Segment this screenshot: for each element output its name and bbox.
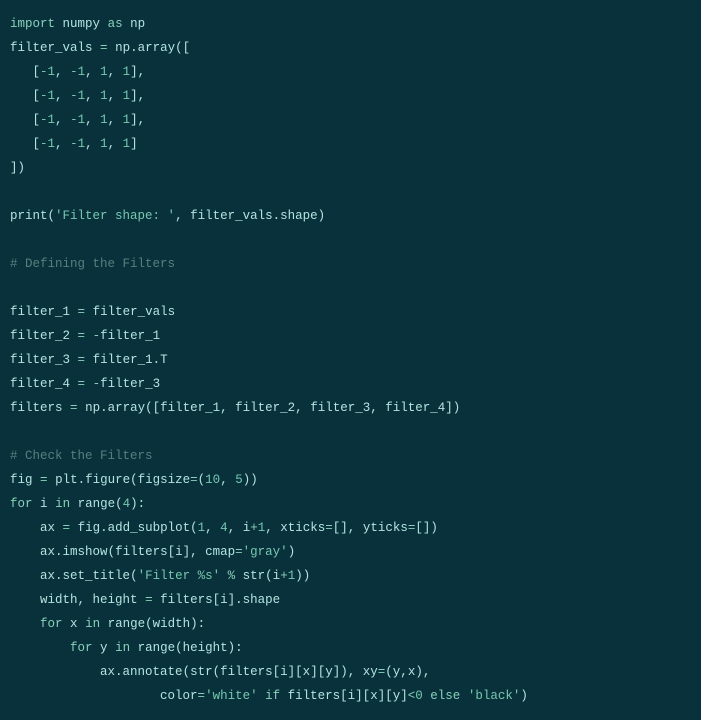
code-line: [-1, -1, 1, 1]	[10, 137, 138, 151]
code-line: filter_3 = filter_1.T	[10, 353, 168, 367]
code-line: fig = plt.figure(figsize=(10, 5))	[10, 473, 258, 487]
code-line: for i in range(4):	[10, 497, 145, 511]
code-line: ax = fig.add_subplot(1, 4, i+1, xticks=[…	[10, 521, 438, 535]
code-line: filter_2 = -filter_1	[10, 329, 160, 343]
code-line: for x in range(width):	[10, 617, 205, 631]
code-line: ])	[10, 161, 25, 175]
code-line: [-1, -1, 1, 1],	[10, 113, 145, 127]
code-line: filter_4 = -filter_3	[10, 377, 160, 391]
code-line: ax.imshow(filters[i], cmap='gray')	[10, 545, 295, 559]
code-line: ax.annotate(str(filters[i][x][y]), xy=(y…	[10, 665, 430, 679]
code-line: filters = np.array([filter_1, filter_2, …	[10, 401, 460, 415]
code-block: import numpy as np filter_vals = np.arra…	[0, 0, 701, 720]
code-line: for y in range(height):	[10, 641, 243, 655]
code-line: width, height = filters[i].shape	[10, 593, 280, 607]
code-line: ax.set_title('Filter %s' % str(i+1))	[10, 569, 310, 583]
code-line: filter_1 = filter_vals	[10, 305, 175, 319]
code-line: # Defining the Filters	[10, 257, 175, 271]
code-line: color='white' if filters[i][x][y]<0 else…	[10, 689, 528, 703]
code-line: print('Filter shape: ', filter_vals.shap…	[10, 209, 325, 223]
code-line: # Check the Filters	[10, 449, 153, 463]
code-line: import numpy as np	[10, 17, 145, 31]
code-line: [-1, -1, 1, 1],	[10, 89, 145, 103]
code-line: filter_vals = np.array([	[10, 41, 190, 55]
code-line: [-1, -1, 1, 1],	[10, 65, 145, 79]
